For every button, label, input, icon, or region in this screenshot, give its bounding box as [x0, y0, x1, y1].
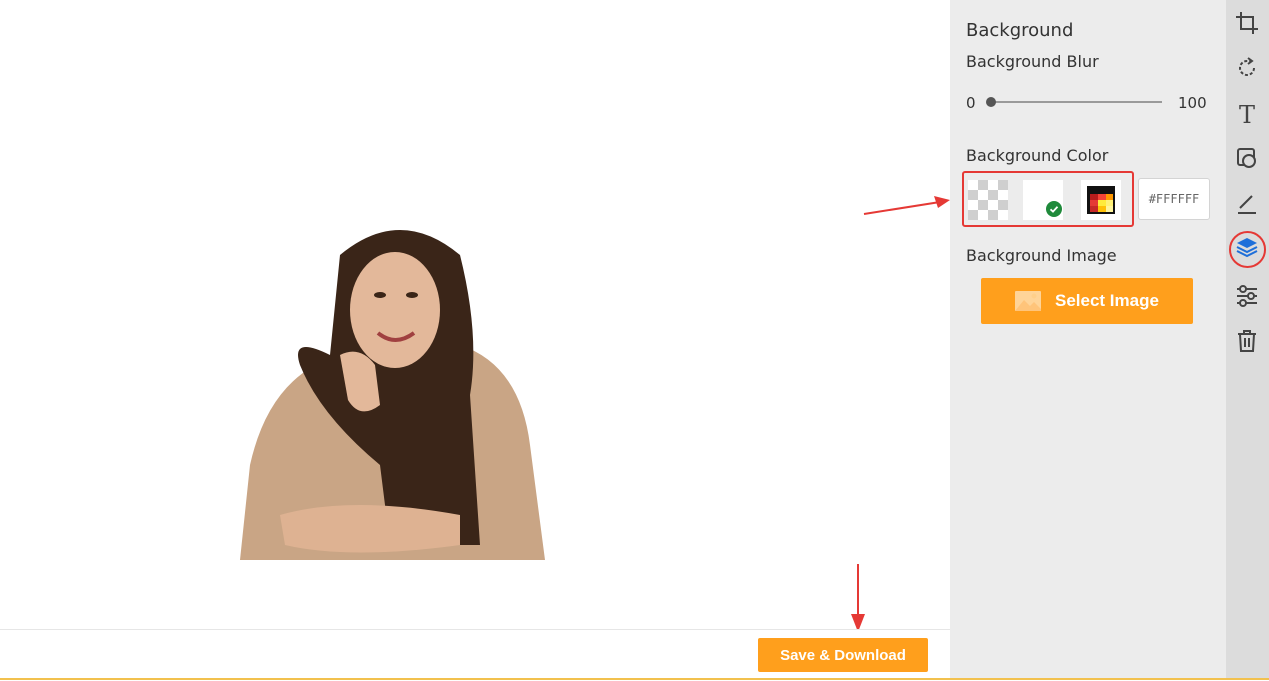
layers-icon — [1236, 238, 1258, 258]
adjust-tool[interactable] — [1234, 283, 1260, 309]
hex-color-input[interactable]: #FFFFFF — [1138, 178, 1210, 220]
sliders-icon — [1237, 285, 1257, 307]
color-label: Background Color — [966, 146, 1109, 165]
blur-slider-thumb[interactable] — [986, 97, 996, 107]
blur-slider-track[interactable] — [992, 101, 1162, 103]
blur-max-value: 100 — [1178, 94, 1207, 112]
rotate-icon — [1239, 57, 1255, 76]
image-label: Background Image — [966, 246, 1117, 265]
blur-min-value: 0 — [966, 94, 976, 112]
background-panel: Background Background Blur 0 100 Backgro… — [950, 0, 1226, 678]
layers-tool[interactable] — [1234, 235, 1260, 261]
panel-title: Background — [966, 20, 1074, 41]
annotation-arrow-right — [863, 196, 950, 215]
rotate-tool[interactable] — [1234, 55, 1260, 81]
editor-canvas — [0, 0, 950, 630]
blur-label: Background Blur — [966, 52, 1099, 71]
shape-tool[interactable] — [1234, 146, 1260, 172]
svg-text:T: T — [1239, 101, 1255, 127]
color-picker-swatch[interactable] — [1081, 180, 1121, 220]
text-tool[interactable]: T — [1234, 101, 1260, 129]
tools-toolbar: T — [1226, 0, 1269, 678]
crop-icon — [1236, 12, 1258, 34]
subject-image[interactable] — [230, 215, 560, 565]
image-icon — [1015, 291, 1041, 311]
crop-tool[interactable] — [1234, 10, 1260, 36]
check-icon — [1046, 201, 1062, 217]
select-image-label: Select Image — [1055, 291, 1159, 310]
shape-icon — [1237, 148, 1256, 168]
white-swatch[interactable] — [1023, 180, 1063, 220]
text-icon: T — [1239, 101, 1255, 129]
annotation-arrow-down — [851, 564, 865, 632]
editor-footer: Save & Download — [0, 629, 950, 681]
draw-tool[interactable] — [1234, 191, 1260, 217]
delete-tool[interactable] — [1234, 328, 1260, 354]
select-image-button[interactable]: Select Image — [981, 278, 1193, 324]
transparent-swatch[interactable] — [968, 180, 1008, 220]
trash-icon — [1238, 330, 1256, 352]
pen-icon — [1238, 195, 1256, 214]
palette-icon — [1087, 186, 1115, 214]
save-download-button[interactable]: Save & Download — [758, 638, 928, 672]
